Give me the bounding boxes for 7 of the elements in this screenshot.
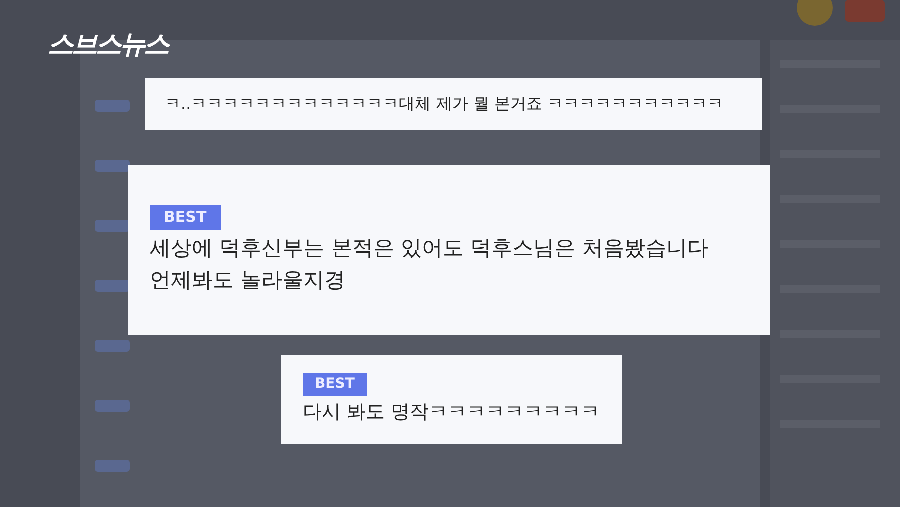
best-badge: BEST xyxy=(150,204,221,230)
comment-text: 언제봐도 놀라울지경 xyxy=(150,266,347,294)
logo: 스브스뉴스 xyxy=(48,30,168,60)
comment-text: ㅋ..ㅋㅋㅋㅋㅋㅋㅋㅋㅋㅋㅋㅋㅋ대체 제가 뭘 본거죠 ㅋㅋㅋㅋㅋㅋㅋㅋㅋㅋㅋ xyxy=(165,93,725,115)
best-badge: BEST xyxy=(303,373,367,396)
comment-text: 세상에 덕후신부는 본적은 있어도 덕후스님은 처음봤습니다 xyxy=(150,234,710,262)
comment-text: 다시 봐도 명작ㅋㅋㅋㅋㅋㅋㅋㅋㅋ xyxy=(303,400,600,425)
